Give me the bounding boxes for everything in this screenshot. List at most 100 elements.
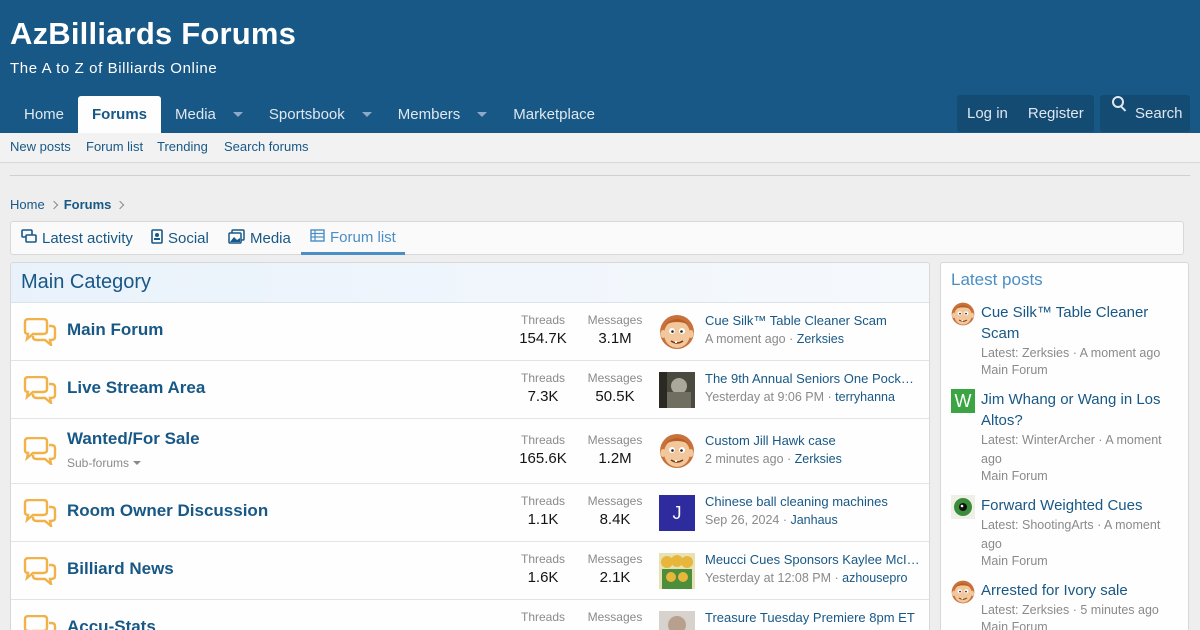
latest-post-forum[interactable]: Main Forum [981, 363, 1048, 377]
forum-node: Main Forum Threads 154.7K Messages 3.1M Cue S… [11, 303, 929, 361]
latest-post-forum[interactable]: Main Forum [981, 469, 1048, 483]
messages-count: 3.1M [598, 330, 632, 347]
search-button[interactable]: Search [1100, 95, 1190, 132]
messages-count: 50.5K [595, 388, 635, 405]
latest-post-time[interactable]: A moment ago [1080, 346, 1161, 360]
breadcrumb-home[interactable]: Home [10, 197, 45, 212]
last-post-title[interactable]: Meucci Cues Sponsors Kaylee McIntosh [705, 552, 921, 567]
messages-stat: Messages 3.1M [580, 313, 650, 347]
latest-post-title[interactable]: Cue Silk™ Table Cleaner Scam [981, 302, 1181, 344]
subnav-search-forums[interactable]: Search forums [224, 139, 309, 154]
chevron-down-icon[interactable] [477, 112, 488, 117]
latest-post-user[interactable]: ShootingArts [1022, 518, 1094, 532]
subnav-new-posts[interactable]: New posts [10, 139, 71, 154]
last-post-user[interactable]: Zerksies [795, 452, 842, 466]
last-post-meta: Yesterday at 12:08 PM · azhousepro [705, 571, 908, 585]
chevron-right-icon [49, 200, 58, 209]
threads-stat: Threads 165.6K [508, 433, 578, 467]
messages-label: Messages [587, 433, 643, 447]
threads-count: 1.1K [527, 511, 559, 528]
register-button[interactable]: Register [1018, 95, 1094, 132]
nav-tab-label: Marketplace [513, 106, 595, 123]
forum-title[interactable]: Billiard News [67, 559, 174, 579]
tab-forum-list[interactable]: Forum list [301, 222, 405, 255]
threads-label: Threads [520, 552, 566, 566]
avatar[interactable]: W [951, 389, 975, 413]
latest-post-forum[interactable]: Main Forum [981, 620, 1048, 630]
avatar[interactable] [659, 314, 695, 350]
last-post-title[interactable]: Custom Jill Hawk case [705, 433, 921, 448]
last-post-title[interactable]: Chinese ball cleaning machines [705, 494, 921, 509]
subforums-toggle[interactable]: Sub-forums [67, 456, 142, 470]
threads-stat: Threads 154.7K [508, 313, 578, 347]
last-post-user[interactable]: Janhaus [790, 513, 837, 527]
sidebar-title[interactable]: Latest posts [951, 270, 1043, 290]
latest-post-user[interactable]: Zerksies [1022, 346, 1069, 360]
subnav-trending[interactable]: Trending [157, 139, 208, 154]
avatar[interactable] [659, 553, 695, 589]
last-post-title[interactable]: Cue Silk™ Table Cleaner Scam [705, 313, 921, 328]
forum-title[interactable]: Room Owner Discussion [67, 501, 268, 521]
latest-post-title[interactable]: Arrested for Ivory sale [981, 580, 1181, 601]
latest-prefix: Latest: [981, 346, 1019, 360]
last-post-time[interactable]: Sep 26, 2024 [705, 513, 779, 527]
latest-post-user[interactable]: Zerksies [1022, 603, 1069, 617]
chevron-down-icon[interactable] [361, 112, 372, 117]
latest-prefix: Latest: [981, 518, 1019, 532]
login-button[interactable]: Log in [957, 95, 1018, 132]
last-post-user[interactable]: azhousepro [842, 571, 907, 585]
messages-stat: Messages 50.5K [580, 371, 650, 405]
latest-post-time[interactable]: 5 minutes ago [1080, 603, 1159, 617]
avatar[interactable] [659, 433, 695, 469]
last-post-title[interactable]: Treasure Tuesday Premiere 8pm ET [705, 610, 921, 625]
last-post-user[interactable]: terryhanna [835, 390, 895, 404]
avatar[interactable] [951, 580, 975, 604]
threads-count: 1.6K [527, 569, 559, 586]
nav-tab-members[interactable]: Members [384, 96, 500, 133]
tab-media[interactable]: Media [228, 222, 291, 255]
subnav-forum-list[interactable]: Forum list [86, 139, 143, 154]
avatar[interactable] [951, 495, 975, 519]
last-post-user[interactable]: Zerksies [797, 332, 844, 346]
forum-title[interactable]: Main Forum [67, 320, 163, 340]
avatar[interactable]: J [659, 495, 695, 531]
forum-bubble-icon [21, 436, 57, 468]
latest-post-title[interactable]: Jim Whang or Wang in Los Altos? [981, 389, 1181, 431]
nav-tab-marketplace[interactable]: Marketplace [499, 96, 609, 133]
chevron-right-icon [116, 200, 125, 209]
nav-tab-label: Home [24, 106, 65, 123]
forum-list-icon [310, 228, 325, 246]
last-post-meta: Yesterday at 9:06 PM · terryhanna [705, 390, 895, 404]
forum-title[interactable]: Accu-Stats [67, 617, 156, 630]
latest-post-forum[interactable]: Main Forum [981, 554, 1048, 568]
chevron-down-icon [133, 461, 142, 465]
latest-post-user[interactable]: WinterArcher [1022, 433, 1095, 447]
forum-title[interactable]: Wanted/For Sale [67, 429, 200, 449]
tab-label: Media [250, 230, 291, 247]
last-post-time[interactable]: Yesterday at 12:08 PM [705, 571, 831, 585]
last-post-time[interactable]: A moment ago [705, 332, 786, 346]
nav-tab-sportsbook[interactable]: Sportsbook [255, 96, 384, 133]
site-title[interactable]: AzBilliards Forums [10, 16, 296, 52]
search-label: Search [1135, 105, 1183, 122]
nav-tab-media[interactable]: Media [161, 96, 255, 133]
nav-tab-home[interactable]: Home [10, 96, 78, 133]
tab-latest-activity[interactable]: Latest activity [21, 222, 133, 255]
nav-tab-forums[interactable]: Forums [78, 96, 162, 133]
last-post-time[interactable]: 2 minutes ago [705, 452, 784, 466]
avatar[interactable] [659, 611, 695, 630]
threads-label: Threads [520, 610, 566, 624]
category-title[interactable]: Main Category [11, 263, 929, 303]
search-icon [1112, 96, 1128, 112]
last-post-time[interactable]: Yesterday at 9:06 PM [705, 390, 824, 404]
chevron-down-icon[interactable] [232, 112, 243, 117]
forum-title[interactable]: Live Stream Area [67, 378, 205, 398]
breadcrumb-forums[interactable]: Forums [64, 197, 112, 212]
avatar[interactable] [659, 372, 695, 408]
tab-social[interactable]: Social [151, 222, 209, 255]
avatar[interactable] [951, 302, 975, 326]
last-post-title[interactable]: The 9th Annual Seniors One Pocket Champi… [705, 371, 921, 386]
messages-label: Messages [587, 552, 643, 566]
messages-label: Messages [587, 371, 643, 385]
latest-post-title[interactable]: Forward Weighted Cues [981, 495, 1181, 516]
